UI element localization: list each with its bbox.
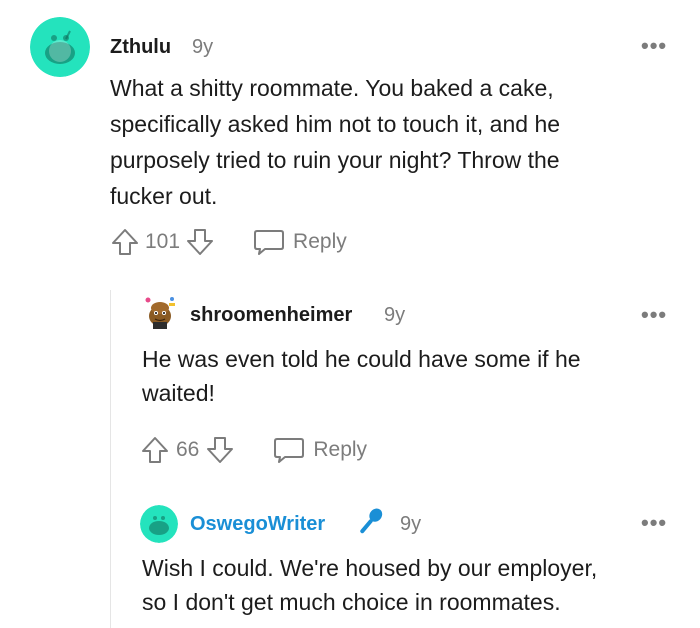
upvote-icon[interactable] [140, 435, 170, 465]
username[interactable]: Zthulu [110, 36, 171, 59]
comment-body-line: purposely tried to ruin your night? Thro… [110, 147, 560, 173]
reply-label: Reply [313, 438, 368, 461]
avatar[interactable] [142, 294, 178, 330]
username[interactable]: OswegoWriter [190, 513, 325, 536]
comment-body: What a shitty roommate. You baked a cake… [110, 70, 680, 214]
comment-body-line: waited! [142, 380, 215, 406]
comment-body-line: so I don't get much choice in roommates. [142, 589, 561, 615]
username[interactable]: shroomenheimer [190, 304, 352, 327]
more-options-button[interactable]: ••• [641, 512, 667, 534]
comment-age: 9y [400, 513, 422, 535]
speech-bubble-icon [273, 435, 305, 465]
comment-body-line: What a shitty roommate. You baked a cake… [110, 75, 554, 101]
downvote-icon[interactable] [185, 227, 215, 257]
downvote-icon[interactable] [205, 435, 235, 465]
reply-button[interactable]: Reply [273, 435, 367, 465]
more-options-button[interactable]: ••• [641, 304, 667, 326]
comment-body-line: fucker out. [110, 183, 218, 209]
comment-body: He was even told he could have some if h… [142, 342, 682, 410]
avatar[interactable] [30, 17, 90, 77]
microphone-icon [352, 504, 388, 545]
upvote-icon[interactable] [110, 227, 140, 257]
comment-body-line: specifically asked him not to touch it, … [110, 111, 561, 137]
more-options-button[interactable]: ••• [641, 35, 667, 57]
comment-actions: 101 Reply [110, 226, 347, 258]
vote-score: 66 [176, 438, 200, 461]
comment-body-line: Wish I could. We're housed by our employ… [142, 555, 598, 581]
speech-bubble-icon [253, 227, 285, 257]
thread-line[interactable] [110, 290, 111, 628]
comment-age: 9y [384, 304, 406, 326]
vote-score: 101 [145, 230, 181, 253]
reply-label: Reply [293, 230, 347, 253]
reply-button[interactable]: Reply [253, 227, 347, 257]
avatar[interactable] [140, 505, 178, 543]
comment-age: 9y [192, 36, 214, 58]
comment-actions: 66 Reply [140, 434, 367, 466]
comment-body-line: He was even told he could have some if h… [142, 346, 581, 372]
comment-body: Wish I could. We're housed by our employ… [142, 551, 692, 619]
